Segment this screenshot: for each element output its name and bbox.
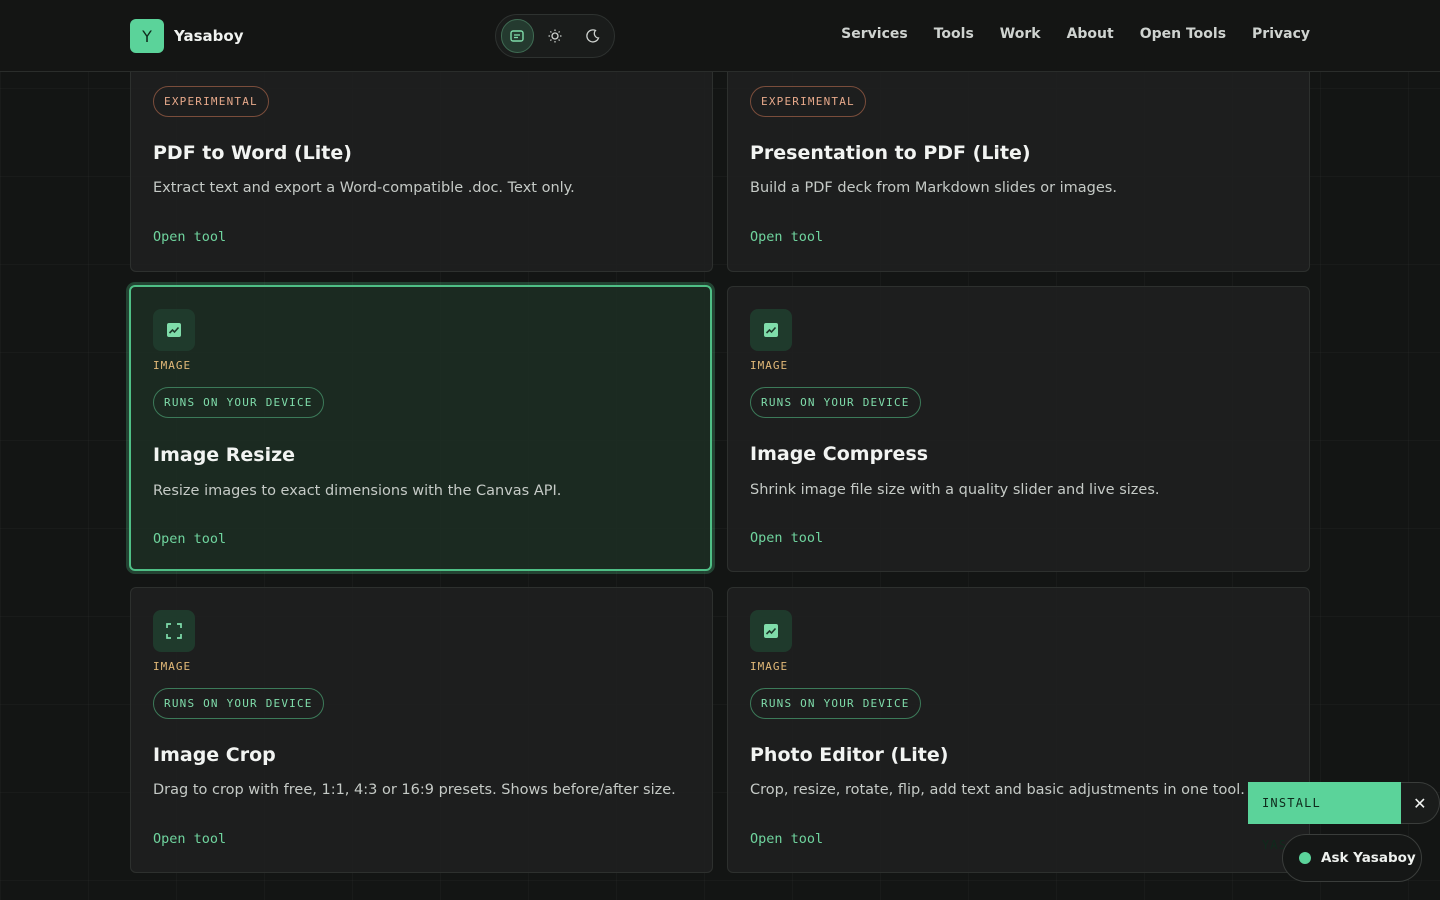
card-title: Image Crop: [153, 744, 276, 766]
close-icon: ✕: [1413, 793, 1427, 813]
card-title: PDF to Word (Lite): [153, 142, 352, 164]
tool-card-image-compress[interactable]: IMAGE RUNS ON YOUR DEVICE Image Compress…: [727, 286, 1310, 572]
site-header: Y Yasaboy Services Tools Work About Open…: [0, 0, 1440, 72]
theme-system-button[interactable]: [501, 19, 534, 53]
install-prompt: INSTALL YASABOY ✕: [1248, 782, 1440, 852]
open-tool-link[interactable]: Open tool: [153, 531, 226, 547]
card-title: Presentation to PDF (Lite): [750, 142, 1031, 164]
nav-open-tools[interactable]: Open Tools: [1140, 26, 1226, 42]
status-dot-icon: [1299, 852, 1311, 864]
card-description: Build a PDF deck from Markdown slides or…: [750, 180, 1117, 196]
install-button[interactable]: INSTALL YASABOY: [1248, 782, 1401, 852]
card-title: Image Resize: [153, 444, 296, 466]
open-tool-link[interactable]: Open tool: [153, 229, 226, 245]
tool-card-presentation-to-pdf[interactable]: EXPERIMENTAL Presentation to PDF (Lite) …: [727, 72, 1310, 272]
image-icon: [764, 323, 778, 337]
nav-work[interactable]: Work: [1000, 26, 1041, 42]
theme-light-button[interactable]: [539, 19, 572, 53]
brand-name: Yasaboy: [174, 27, 244, 45]
runs-on-device-badge: RUNS ON YOUR DEVICE: [750, 387, 921, 418]
image-icon: [167, 323, 181, 337]
card-category: IMAGE: [750, 359, 789, 372]
logo[interactable]: Y Yasaboy: [130, 19, 243, 53]
card-description: Resize images to exact dimensions with t…: [153, 483, 562, 499]
runs-on-device-badge: RUNS ON YOUR DEVICE: [153, 387, 324, 418]
open-tool-link[interactable]: Open tool: [750, 530, 823, 546]
nav-services[interactable]: Services: [841, 26, 908, 42]
card-title: Image Compress: [750, 443, 929, 465]
theme-switcher: [495, 14, 615, 58]
nav-tools[interactable]: Tools: [934, 26, 974, 42]
system-icon: [510, 30, 525, 42]
card-description: Extract text and export a Word-compatibl…: [153, 180, 575, 196]
runs-on-device-badge: RUNS ON YOUR DEVICE: [153, 688, 324, 719]
ask-assistant-label: Ask Yasaboy: [1321, 850, 1416, 866]
icon-tile: [153, 309, 195, 351]
runs-on-device-badge: RUNS ON YOUR DEVICE: [750, 688, 921, 719]
experimental-badge: EXPERIMENTAL: [153, 86, 269, 117]
ask-assistant-button[interactable]: Ask Yasaboy: [1282, 834, 1422, 882]
tool-card-image-resize[interactable]: IMAGE RUNS ON YOUR DEVICE Image Resize R…: [129, 285, 712, 571]
icon-tile: [153, 610, 195, 652]
card-category: IMAGE: [153, 660, 192, 673]
main-nav: Services Tools Work About Open Tools Pri…: [841, 26, 1310, 42]
sun-icon: [548, 29, 562, 43]
card-description: Drag to crop with free, 1:1, 4:3 or 16:9…: [153, 782, 676, 798]
tool-card-pdf-to-word[interactable]: EXPERIMENTAL PDF to Word (Lite) Extract …: [130, 72, 713, 272]
install-close-button[interactable]: ✕: [1400, 782, 1440, 824]
icon-tile: [750, 610, 792, 652]
crop-icon: [166, 623, 182, 639]
card-description: Shrink image file size with a quality sl…: [750, 482, 1160, 498]
tool-card-photo-editor[interactable]: IMAGE RUNS ON YOUR DEVICE Photo Editor (…: [727, 587, 1310, 873]
card-description: Crop, resize, rotate, flip, add text and…: [750, 782, 1245, 798]
open-tool-link[interactable]: Open tool: [750, 229, 823, 245]
card-category: IMAGE: [153, 359, 192, 372]
moon-icon: [585, 29, 600, 43]
logo-mark: Y: [130, 19, 164, 53]
card-title: Photo Editor (Lite): [750, 744, 949, 766]
icon-tile: [750, 309, 792, 351]
open-tool-link[interactable]: Open tool: [750, 831, 823, 847]
open-tool-link[interactable]: Open tool: [153, 831, 226, 847]
tool-card-image-crop[interactable]: IMAGE RUNS ON YOUR DEVICE Image Crop Dra…: [130, 587, 713, 873]
card-category: IMAGE: [750, 660, 789, 673]
theme-dark-button[interactable]: [576, 19, 609, 53]
nav-about[interactable]: About: [1067, 26, 1114, 42]
nav-privacy[interactable]: Privacy: [1252, 26, 1310, 42]
image-icon: [764, 624, 778, 638]
experimental-badge: EXPERIMENTAL: [750, 86, 866, 117]
